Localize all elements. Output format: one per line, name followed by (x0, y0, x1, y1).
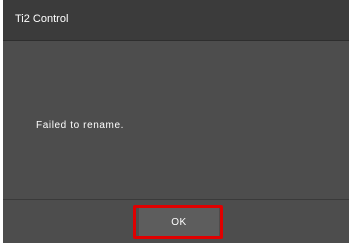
dialog-message: Failed to rename. (36, 120, 125, 131)
dialog-titlebar: Ti2 Control (3, 0, 349, 41)
ok-button[interactable]: OK (139, 208, 219, 236)
dialog-title: Ti2 Control (15, 13, 69, 25)
